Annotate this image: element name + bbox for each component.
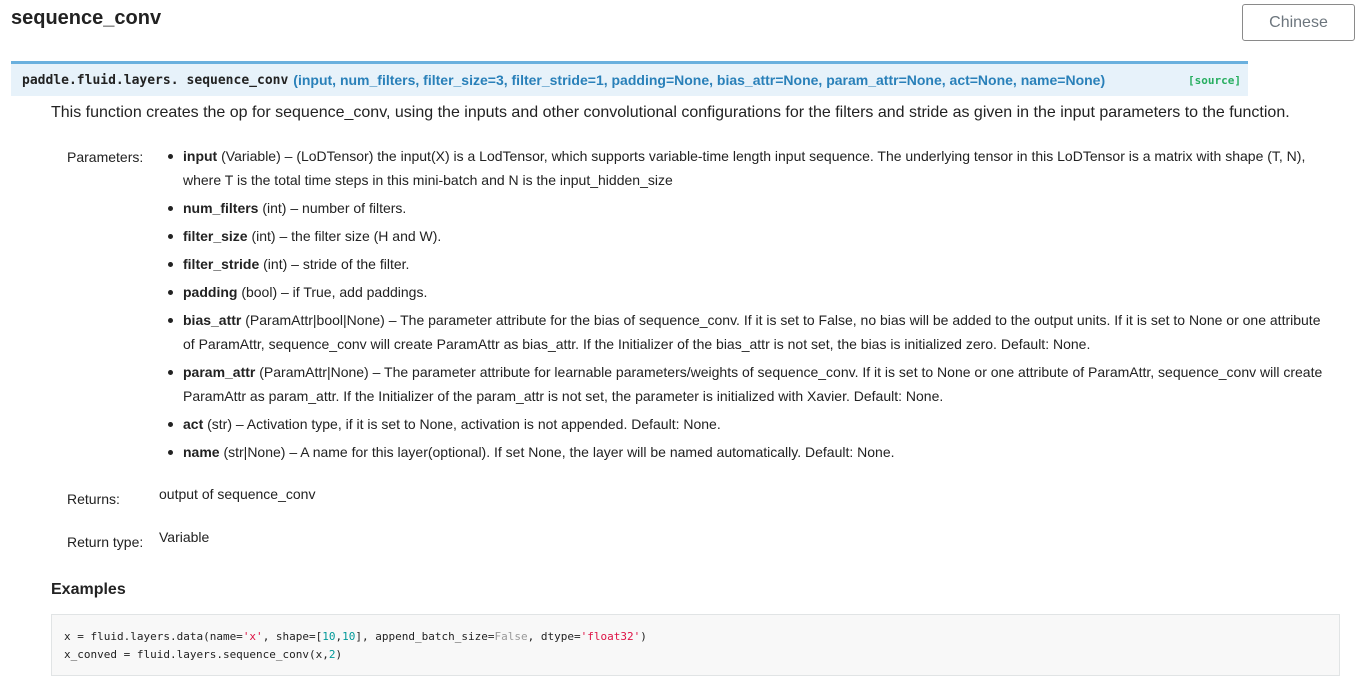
param-name: filter_size [183, 228, 248, 244]
param-description: (str) – Activation type, if it is set to… [203, 416, 721, 432]
returns-label: Returns: [67, 491, 120, 507]
param-name: name [183, 444, 220, 460]
param-item-filter-size: filter_size (int) – the filter size (H a… [168, 224, 1333, 248]
signature-function-name: sequence_conv [186, 72, 289, 88]
param-description: (str|None) – A name for this layer(optio… [219, 444, 895, 460]
param-name: padding [183, 284, 238, 300]
page-title: sequence_conv [11, 7, 162, 29]
examples-heading: Examples [51, 581, 126, 598]
function-description: This function creates the op for sequenc… [51, 104, 1290, 121]
param-description: (int) – the filter size (H and W). [247, 228, 442, 244]
param-description: (bool) – if True, add paddings. [237, 284, 428, 300]
code-line: x_conved = fluid.layers.sequence_conv(x,… [64, 648, 343, 661]
param-item-name: name (str|None) – A name for this layer(… [168, 440, 1333, 464]
param-description: (int) – number of filters. [258, 200, 407, 216]
param-item-padding: padding (bool) – if True, add paddings. [168, 280, 1333, 304]
returns-value: output of sequence_conv [159, 486, 316, 502]
param-description: (Variable) – (LoDTensor) the input(X) is… [183, 148, 1306, 188]
language-switch-button[interactable]: Chinese [1242, 4, 1355, 41]
code-example[interactable]: x = fluid.layers.data(name='x', shape=[1… [51, 614, 1340, 676]
param-name: num_filters [183, 200, 259, 216]
parameters-label: Parameters: [67, 149, 144, 165]
param-item-bias-attr: bias_attr (ParamAttr|bool|None) – The pa… [168, 308, 1333, 356]
signature-module-prefix: paddle.fluid.layers. [22, 72, 179, 88]
return-type-value: Variable [159, 529, 210, 545]
param-description: (ParamAttr|bool|None) – The parameter at… [183, 312, 1321, 352]
signature-params: (input, num_filters, filter_size=3, filt… [293, 72, 1106, 88]
param-name: input [183, 148, 218, 164]
param-description: (int) – stride of the filter. [259, 256, 410, 272]
param-item-num-filters: num_filters (int) – number of filters. [168, 196, 1333, 220]
source-link[interactable]: [source] [1188, 74, 1241, 87]
param-item-act: act (str) – Activation type, if it is se… [168, 412, 1333, 436]
param-name: bias_attr [183, 312, 242, 328]
parameter-list: input (Variable) – (LoDTensor) the input… [168, 144, 1333, 468]
function-signature: paddle.fluid.layers. sequence_conv (inpu… [11, 61, 1248, 96]
param-name: param_attr [183, 364, 256, 380]
return-type-label: Return type: [67, 534, 144, 550]
param-name: act [183, 416, 204, 432]
param-item-param-attr: param_attr (ParamAttr|None) – The parame… [168, 360, 1333, 408]
code-line: x = fluid.layers.data(name='x', shape=[1… [64, 630, 647, 643]
param-item-filter-stride: filter_stride (int) – stride of the filt… [168, 252, 1333, 276]
param-name: filter_stride [183, 256, 260, 272]
param-description: (ParamAttr|None) – The parameter attribu… [183, 364, 1323, 404]
param-item-input: input (Variable) – (LoDTensor) the input… [168, 144, 1333, 192]
